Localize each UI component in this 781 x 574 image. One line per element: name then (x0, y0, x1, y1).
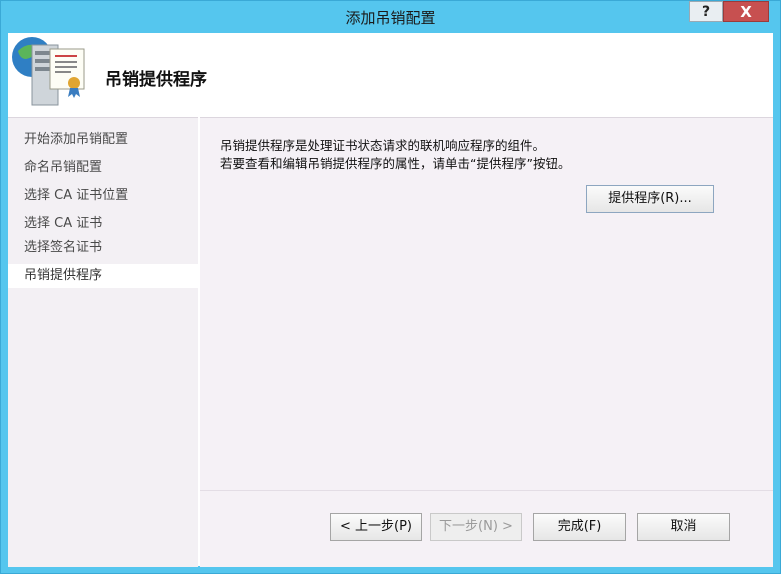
provider-button[interactable]: 提供程序(R)... (586, 185, 714, 213)
finish-button[interactable]: 完成(F) (533, 513, 626, 541)
window-title: 添加吊销配置 (345, 9, 436, 27)
description-line-1: 吊销提供程序是处理证书状态请求的联机响应程序的组件。 (220, 138, 546, 153)
step-ca-certificate-location[interactable]: 选择 CA 证书位置 (8, 184, 198, 208)
wizard-client-area: 吊销提供程序 开始添加吊销配置 命名吊销配置 选择 CA 证书位置 选择 CA … (8, 33, 773, 567)
wizard-content: 吊销提供程序是处理证书状态请求的联机响应程序的组件。 若要查看和编辑吊销提供程序… (200, 117, 773, 567)
title-bar[interactable]: 添加吊销配置 ? X (1, 1, 780, 33)
server-certificate-icon (12, 37, 85, 106)
wizard-steps-sidebar: 开始添加吊销配置 命名吊销配置 选择 CA 证书位置 选择 CA 证书 选择签名… (8, 117, 198, 567)
cancel-button[interactable]: 取消 (637, 513, 730, 541)
back-button[interactable]: < 上一步(P) (330, 513, 422, 541)
wizard-header: 吊销提供程序 (8, 33, 773, 117)
help-button[interactable]: ? (689, 1, 723, 22)
description-line-2: 若要查看和编辑吊销提供程序的属性，请单击“提供程序”按钮。 (220, 156, 571, 171)
step-start[interactable]: 开始添加吊销配置 (8, 128, 198, 152)
wizard-window: 添加吊销配置 ? X 吊销提供程序 开始添加吊销配置 命名吊销配置 选择 CA … (0, 0, 781, 574)
step-revocation-provider[interactable]: 吊销提供程序 (8, 264, 198, 288)
step-name-configuration[interactable]: 命名吊销配置 (8, 156, 198, 180)
close-button[interactable]: X (723, 1, 769, 22)
page-title: 吊销提供程序 (105, 70, 207, 90)
step-signing-certificate[interactable]: 选择签名证书 (8, 236, 198, 260)
footer-divider (200, 490, 773, 491)
next-button[interactable]: 下一步(N) > (430, 513, 522, 541)
step-ca-certificate[interactable]: 选择 CA 证书 (8, 212, 198, 236)
